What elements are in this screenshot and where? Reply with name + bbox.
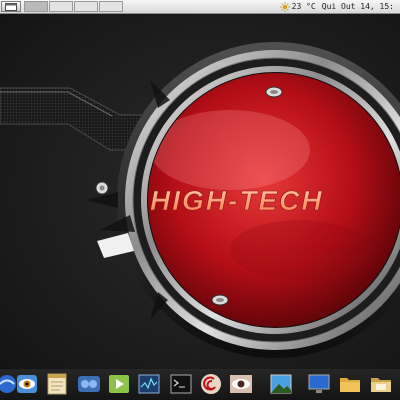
terminal-icon[interactable] — [170, 373, 192, 395]
workspace-3[interactable] — [74, 1, 98, 12]
display-icon[interactable] — [308, 373, 330, 395]
workspace-switcher — [24, 1, 124, 12]
visual-icon[interactable] — [230, 373, 252, 395]
system-monitor-icon[interactable] — [138, 373, 160, 395]
weather-temperature[interactable]: 23 °C — [292, 2, 316, 11]
top-panel: 23 °C Qui Out 14, 15: — [0, 0, 400, 14]
eye-icon[interactable] — [16, 373, 38, 395]
notepad-icon[interactable] — [46, 373, 68, 395]
document-folder-icon[interactable] — [370, 373, 392, 395]
debian-icon[interactable] — [200, 373, 222, 395]
dock — [0, 369, 400, 400]
wallpaper-logo-text: HIGH-TECH — [150, 185, 324, 216]
system-tray: 23 °C Qui Out 14, 15: — [279, 0, 400, 13]
clock[interactable]: Qui Out 14, 15: — [322, 2, 394, 11]
workspace-1[interactable] — [24, 1, 48, 12]
desktop-wallpaper: HIGH-TECH — [0, 14, 400, 370]
image-viewer-icon[interactable] — [270, 373, 292, 395]
workspace-2[interactable] — [49, 1, 73, 12]
workspace-4[interactable] — [99, 1, 123, 12]
weather-sun-icon[interactable] — [279, 1, 290, 12]
applications-menu-button[interactable] — [1, 1, 21, 12]
folder-icon[interactable] — [339, 373, 361, 395]
network-icon[interactable] — [78, 373, 100, 395]
window-icon — [5, 3, 17, 11]
media-player-icon[interactable] — [108, 373, 130, 395]
